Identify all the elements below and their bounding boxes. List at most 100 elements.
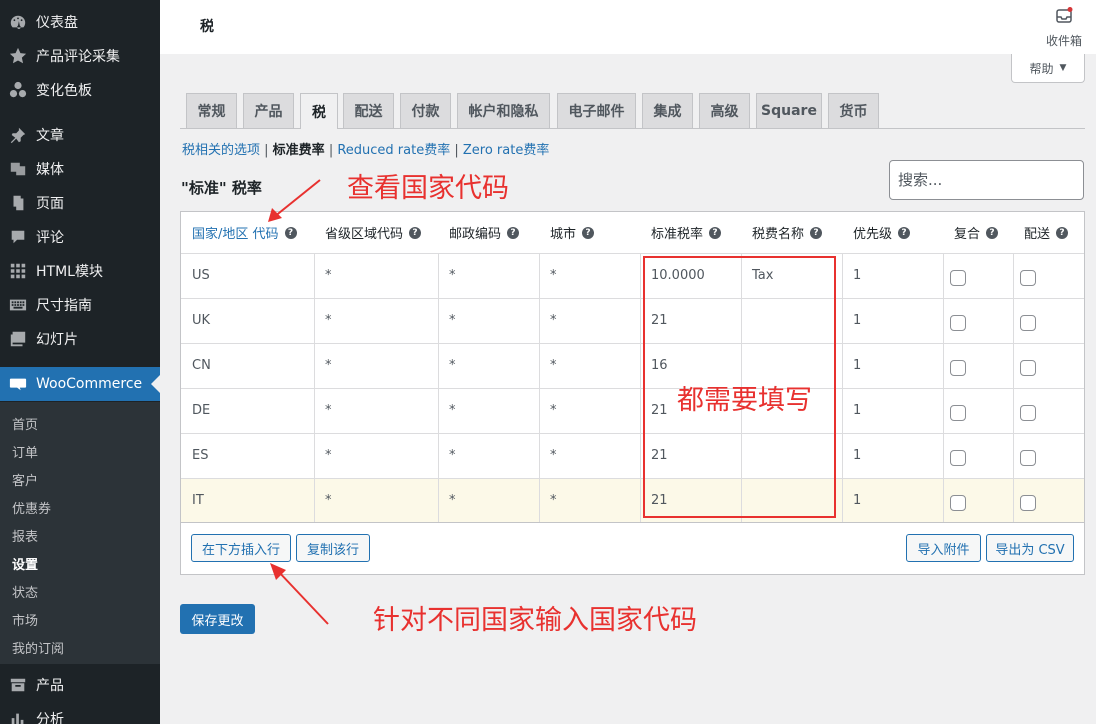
sidebar-item-posts[interactable]: 文章 (0, 118, 160, 152)
shipping-checkbox[interactable] (1020, 270, 1036, 286)
cell-city[interactable]: * (550, 268, 557, 283)
sidebar-item-pages[interactable]: 页面 (0, 186, 160, 220)
help-tip-icon[interactable]: ? (284, 226, 297, 239)
sidebar-item-swatches[interactable]: 变化色板 (0, 73, 160, 107)
cell-state[interactable]: * (325, 358, 332, 373)
sidebar-item-media[interactable]: 媒体 (0, 152, 160, 186)
shipping-checkbox[interactable] (1020, 405, 1036, 421)
sidebar-item-html-modules[interactable]: HTML模块 (0, 254, 160, 288)
sidebar-item-analytics[interactable]: 分析 (0, 702, 160, 724)
sidebar-item-comments[interactable]: 评论 (0, 220, 160, 254)
submenu-item-orders[interactable]: 订单 (12, 442, 38, 461)
compound-checkbox[interactable] (950, 495, 966, 511)
tab-accounts-privacy[interactable]: 帐户和隐私 (457, 93, 550, 128)
compound-checkbox[interactable] (950, 405, 966, 421)
save-changes-button[interactable]: 保存更改 (180, 604, 255, 634)
cell-priority[interactable]: 1 (853, 403, 861, 418)
compound-checkbox[interactable] (950, 450, 966, 466)
subnav-zero-rates[interactable]: Zero rate费率 (463, 143, 549, 158)
help-tip-icon[interactable]: ? (582, 226, 595, 239)
compound-checkbox[interactable] (950, 315, 966, 331)
search-input[interactable] (889, 160, 1084, 200)
tab-square[interactable]: Square (756, 93, 822, 128)
sidebar-item-review-collect[interactable]: 产品评论采集 (0, 39, 160, 73)
cell-postcode[interactable]: * (449, 493, 456, 508)
header-label: 配送 (1024, 227, 1051, 242)
help-tip-icon[interactable]: ? (898, 226, 911, 239)
submenu-item-coupons[interactable]: 优惠券 (12, 498, 51, 517)
submenu-item-subscriptions[interactable]: 我的订阅 (12, 638, 64, 657)
compound-checkbox[interactable] (950, 360, 966, 376)
cell-priority[interactable]: 1 (853, 493, 861, 508)
help-tip-icon[interactable]: ? (810, 226, 823, 239)
cell-state[interactable]: * (325, 268, 332, 283)
submenu-item-settings[interactable]: 设置 (12, 554, 38, 573)
cell-priority[interactable]: 1 (853, 448, 861, 463)
cell-postcode[interactable]: * (449, 448, 456, 463)
cell-priority[interactable]: 1 (853, 268, 861, 283)
cell-country[interactable]: US (192, 268, 210, 283)
help-tip-icon[interactable]: ? (1056, 226, 1069, 239)
sidebar-item-products[interactable]: 产品 (0, 668, 160, 702)
slides-icon (0, 330, 36, 348)
export-csv-button[interactable]: 导出为 CSV (986, 534, 1074, 562)
sidebar-item-woocommerce[interactable]: WooCommerce (0, 367, 160, 401)
help-tip-icon[interactable]: ? (409, 226, 422, 239)
tab-currency[interactable]: 货币 (828, 93, 879, 128)
cell-state[interactable]: * (325, 403, 332, 418)
cell-postcode[interactable]: * (449, 268, 456, 283)
duplicate-row-button[interactable]: 复制该行 (296, 534, 370, 562)
cell-city[interactable]: * (550, 493, 557, 508)
cell-state[interactable]: * (325, 448, 332, 463)
tab-general[interactable]: 常规 (186, 93, 237, 128)
tab-payments[interactable]: 付款 (400, 93, 451, 128)
sidebar-item-size-guide[interactable]: 尺寸指南 (0, 288, 160, 322)
subnav-tax-options[interactable]: 税相关的选项 (182, 143, 260, 158)
subnav-standard-rates[interactable]: 标准费率 (273, 143, 325, 158)
header-country-code[interactable]: 国家/地区 代码? (192, 212, 297, 253)
subnav-reduced-rates[interactable]: Reduced rate费率 (337, 143, 450, 158)
tab-tax[interactable]: 税 (300, 93, 338, 129)
cell-priority[interactable]: 1 (853, 313, 861, 328)
help-tip-icon[interactable]: ? (709, 226, 722, 239)
cell-country[interactable]: CN (192, 358, 211, 373)
import-csv-button[interactable]: 导入附件 (906, 534, 981, 562)
tab-products[interactable]: 产品 (243, 93, 294, 128)
cell-country[interactable]: IT (192, 493, 204, 508)
cell-city[interactable]: * (550, 403, 557, 418)
shipping-checkbox[interactable] (1020, 495, 1036, 511)
tab-integration[interactable]: 集成 (642, 93, 693, 128)
help-tip-icon[interactable]: ? (507, 226, 520, 239)
inbox-button[interactable]: 收件箱 (1044, 6, 1084, 49)
submenu-item-status[interactable]: 状态 (12, 582, 38, 601)
submenu-item-customers[interactable]: 客户 (12, 470, 38, 489)
cell-postcode[interactable]: * (449, 313, 456, 328)
shipping-checkbox[interactable] (1020, 360, 1036, 376)
help-tip-icon[interactable]: ? (986, 226, 999, 239)
tab-advanced[interactable]: 高级 (699, 93, 750, 128)
shipping-checkbox[interactable] (1020, 450, 1036, 466)
swatches-icon (0, 81, 36, 99)
cell-state[interactable]: * (325, 493, 332, 508)
help-button[interactable]: 帮助 ▼ (1011, 54, 1085, 83)
submenu-item-home[interactable]: 首页 (12, 414, 38, 433)
tab-shipping[interactable]: 配送 (343, 93, 394, 128)
tab-emails[interactable]: 电子邮件 (557, 93, 636, 128)
cell-city[interactable]: * (550, 448, 557, 463)
cell-postcode[interactable]: * (449, 403, 456, 418)
cell-country[interactable]: UK (192, 313, 210, 328)
sidebar-item-slides[interactable]: 幻灯片 (0, 322, 160, 356)
cell-city[interactable]: * (550, 358, 557, 373)
cell-state[interactable]: * (325, 313, 332, 328)
insert-row-button[interactable]: 在下方插入行 (191, 534, 291, 562)
submenu-item-marketplace[interactable]: 市场 (12, 610, 38, 629)
cell-country[interactable]: DE (192, 403, 210, 418)
compound-checkbox[interactable] (950, 270, 966, 286)
sidebar-item-dashboard[interactable]: 仪表盘 (0, 5, 160, 39)
cell-priority[interactable]: 1 (853, 358, 861, 373)
shipping-checkbox[interactable] (1020, 315, 1036, 331)
submenu-item-reports[interactable]: 报表 (12, 526, 38, 545)
cell-postcode[interactable]: * (449, 358, 456, 373)
cell-city[interactable]: * (550, 313, 557, 328)
cell-country[interactable]: ES (192, 448, 208, 463)
